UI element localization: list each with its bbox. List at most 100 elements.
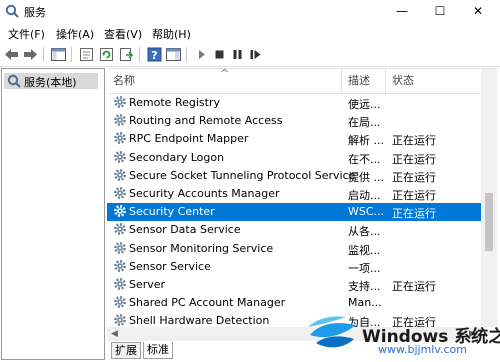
service-gear-icon bbox=[114, 114, 126, 127]
scroll-left-icon[interactable]: ◀ bbox=[111, 327, 118, 341]
table-row[interactable]: Secure Socket Tunneling Protocol Service… bbox=[107, 167, 481, 185]
vertical-scrollbar[interactable] bbox=[481, 69, 497, 327]
service-description: 监视... bbox=[348, 243, 381, 257]
service-gear-icon bbox=[114, 241, 126, 254]
table-row[interactable]: Server 支持... 正在运行 bbox=[107, 276, 481, 294]
service-gear-icon bbox=[114, 96, 126, 108]
export-list-icon[interactable] bbox=[118, 46, 135, 63]
service-gear-icon bbox=[114, 278, 126, 290]
svg-text:?: ? bbox=[151, 49, 157, 62]
service-gear-icon bbox=[114, 150, 126, 163]
watermark-url: www.bjjmlv.com bbox=[378, 343, 467, 356]
toolbar: ? bbox=[0, 43, 500, 67]
service-name: Routing and Remote Access bbox=[129, 114, 283, 128]
table-row[interactable]: Sensor Monitoring Service 监视... bbox=[107, 240, 481, 258]
service-name: Shell Hardware Detection bbox=[129, 314, 270, 328]
toolbar-separator bbox=[186, 47, 187, 62]
menu-bar: 文件(F) 操作(A) 查看(V) 帮助(H) bbox=[0, 24, 500, 42]
minimize-button[interactable]: — bbox=[382, 0, 422, 22]
sort-ascending-icon: ^ bbox=[220, 67, 230, 80]
service-status: 正在运行 bbox=[392, 189, 436, 202]
service-status: 正在运行 bbox=[392, 134, 436, 148]
service-name: Sensor Monitoring Service bbox=[129, 241, 274, 255]
service-name: RPC Endpoint Mapper bbox=[129, 132, 249, 146]
service-gear-icon bbox=[114, 132, 126, 145]
toolbar-separator bbox=[43, 47, 44, 62]
properties-icon[interactable] bbox=[78, 46, 95, 63]
service-gear-icon bbox=[114, 187, 126, 199]
table-row[interactable]: Sensor Data Service 从各... bbox=[107, 221, 481, 239]
service-name: Remote Registry bbox=[129, 96, 220, 109]
service-description: 使远... bbox=[348, 98, 381, 111]
table-row-selected[interactable]: Security Center WSC... 正在运行 bbox=[107, 203, 481, 222]
pause-service-icon[interactable] bbox=[229, 46, 246, 63]
services-gear-icon bbox=[7, 74, 21, 88]
tab-extended[interactable]: 扩展 bbox=[111, 342, 141, 359]
service-gear-icon bbox=[114, 314, 126, 327]
table-row[interactable]: RPC Endpoint Mapper 解析 ... 正在运行 bbox=[107, 130, 481, 148]
service-status: 正在运行 bbox=[392, 170, 436, 184]
menu-view[interactable]: 查看(V) bbox=[104, 26, 142, 42]
service-name: Secondary Logon bbox=[129, 150, 225, 164]
service-description: 在不... bbox=[348, 152, 381, 166]
services-app-icon bbox=[5, 4, 19, 18]
column-header-name-label: 名称 bbox=[113, 74, 135, 87]
window-title: 服务 bbox=[24, 6, 46, 19]
service-name: Sensor Service bbox=[129, 259, 211, 273]
table-row[interactable]: Routing and Remote Access 在局... bbox=[107, 112, 481, 130]
start-service-icon[interactable] bbox=[193, 46, 210, 63]
tree-item-label: 服务(本地) bbox=[24, 76, 77, 89]
service-description: 从各... bbox=[348, 225, 381, 239]
toolbar-separator bbox=[71, 47, 72, 62]
service-name: Shared PC Account Manager bbox=[129, 296, 286, 310]
refresh-icon[interactable] bbox=[98, 46, 115, 63]
services-list: 名称 ^ 描述 状态 Remote Registry 使远... Routing a… bbox=[107, 67, 497, 341]
service-description: Man... bbox=[348, 296, 382, 310]
service-gear-icon bbox=[114, 223, 126, 236]
service-status: 正在运行 bbox=[392, 280, 436, 293]
service-description: 启动... bbox=[348, 189, 381, 202]
table-row[interactable]: Sensor Service 一项... bbox=[107, 258, 481, 276]
tab-standard[interactable]: 标准 bbox=[143, 342, 173, 359]
vertical-scrollbar-thumb[interactable] bbox=[485, 193, 493, 251]
close-button[interactable]: ✕ bbox=[458, 0, 498, 22]
column-header-status[interactable]: 状态 bbox=[386, 69, 481, 93]
service-name: Security Accounts Manager bbox=[129, 187, 280, 200]
column-header-status-label: 状态 bbox=[392, 74, 414, 87]
menu-help[interactable]: 帮助(H) bbox=[152, 26, 191, 42]
show-action-pane-icon[interactable] bbox=[165, 46, 182, 63]
service-description: 提供 ... bbox=[348, 170, 384, 184]
service-description: WSC... bbox=[348, 205, 385, 219]
forward-icon[interactable] bbox=[22, 46, 39, 63]
toolbar-separator bbox=[139, 47, 140, 62]
table-row[interactable]: Security Accounts Manager 启动... 正在运行 bbox=[107, 185, 481, 203]
menu-file[interactable]: 文件(F) bbox=[8, 26, 45, 42]
service-status: 正在运行 bbox=[392, 207, 436, 221]
service-gear-icon bbox=[114, 296, 126, 309]
windows-logo-icon bbox=[308, 316, 356, 348]
show-hide-console-tree-icon[interactable] bbox=[50, 46, 67, 63]
service-gear-icon bbox=[114, 259, 126, 272]
column-header-description[interactable]: 描述 bbox=[342, 69, 386, 93]
service-description: 支持... bbox=[348, 280, 381, 293]
table-row[interactable]: Secondary Logon 在不... 正在运行 bbox=[107, 149, 481, 167]
maximize-button[interactable]: ☐ bbox=[420, 0, 460, 22]
console-tree: 服务(本地) bbox=[1, 68, 105, 360]
restart-service-icon[interactable] bbox=[247, 46, 264, 63]
service-name: Sensor Data Service bbox=[129, 223, 241, 237]
service-name: Server bbox=[129, 278, 166, 291]
service-status: 正在运行 bbox=[392, 152, 436, 166]
table-row[interactable]: Remote Registry 使远... bbox=[107, 94, 481, 112]
help-icon[interactable]: ? bbox=[146, 46, 163, 63]
service-gear-icon bbox=[114, 205, 126, 218]
column-header-description-label: 描述 bbox=[348, 74, 370, 87]
title-bar: 服务 — ☐ ✕ bbox=[0, 0, 500, 22]
column-header-name[interactable]: 名称 ^ bbox=[107, 67, 342, 93]
service-description: 在局... bbox=[348, 116, 381, 130]
back-icon[interactable] bbox=[3, 46, 20, 63]
service-description: 一项... bbox=[348, 261, 381, 275]
service-name: Security Center bbox=[129, 205, 215, 219]
menu-action[interactable]: 操作(A) bbox=[56, 26, 94, 42]
stop-service-icon[interactable] bbox=[211, 46, 228, 63]
tree-item-services-local[interactable]: 服务(本地) bbox=[4, 73, 98, 89]
